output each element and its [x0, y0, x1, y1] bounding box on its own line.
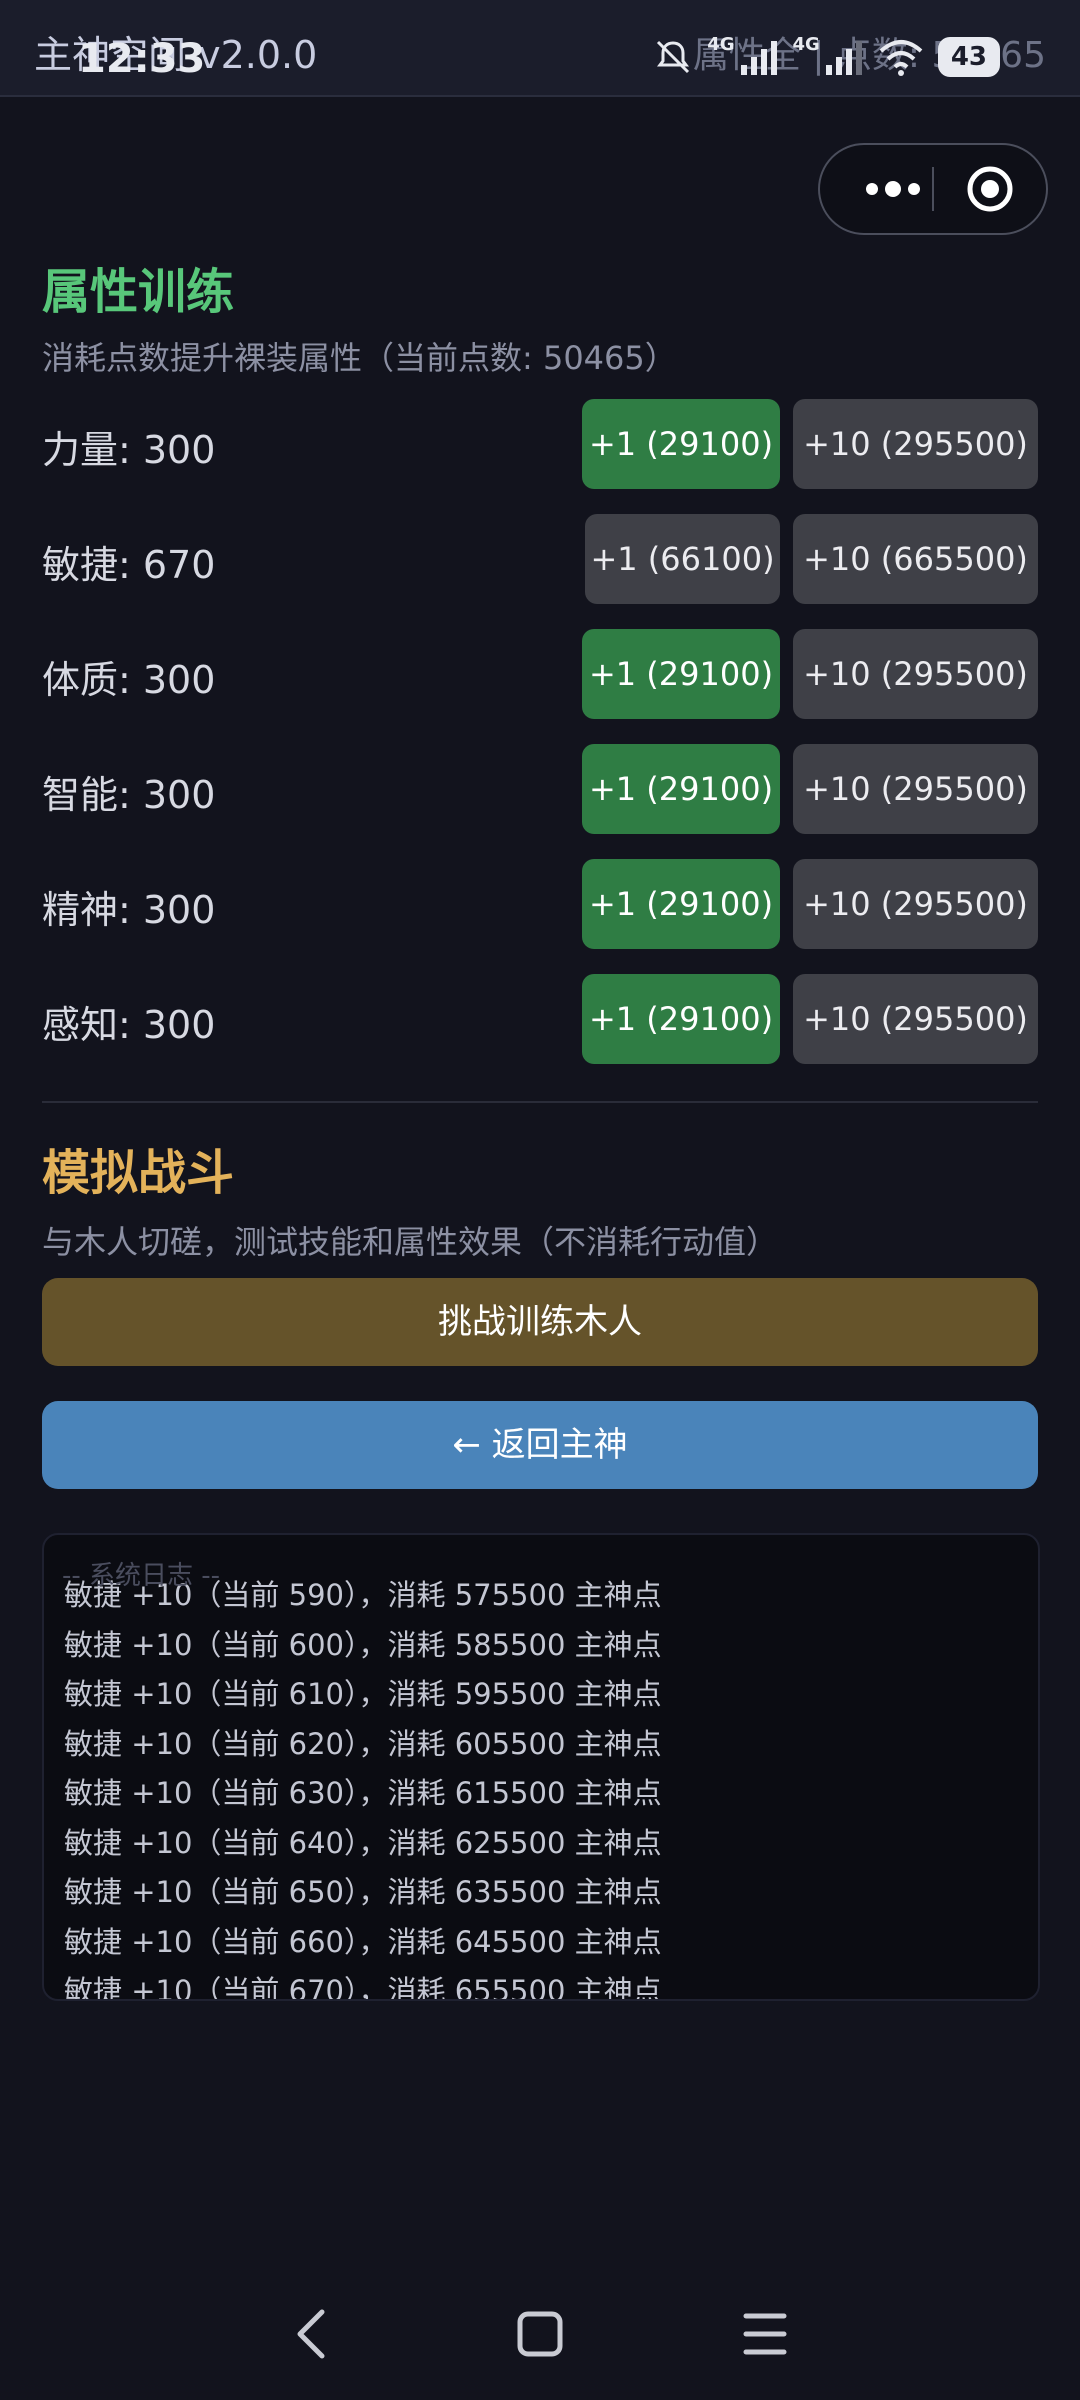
menu-capsule	[818, 143, 1048, 235]
add-1-button[interactable]: +1 (29100)	[582, 744, 780, 834]
log-line: 敏捷 +10（当前 600），消耗 585500 主神点	[64, 1627, 662, 1662]
attribute-label: 精神: 300	[42, 888, 216, 932]
attribute-label: 智能: 300	[42, 773, 216, 817]
challenge-dummy-button[interactable]: 挑战训练木人	[42, 1278, 1038, 1366]
log-title: -- 系统日志 --	[62, 1561, 221, 1591]
signal-icon	[740, 41, 777, 75]
log-line: 敏捷 +10（当前 660），消耗 645500 主神点	[64, 1924, 662, 1959]
status-icons: 4G 4G 43	[653, 32, 1000, 82]
capsule-divider	[932, 167, 934, 211]
log-line: 敏捷 +10（当前 630），消耗 615500 主神点	[64, 1776, 662, 1810]
add-10-button[interactable]: +10 (295500)	[793, 859, 1038, 949]
attribute-label: 感知: 300	[42, 1003, 216, 1047]
add-10-button[interactable]: +10 (295500)	[793, 974, 1038, 1064]
log-lines: 敏捷 +10（当前 590），消耗 575500 主神点 敏捷 +10（当前 6…	[64, 1571, 662, 2001]
add-10-button[interactable]: +10 (295500)	[793, 629, 1038, 719]
network-label-1: 4G	[707, 34, 735, 55]
signal-icon	[825, 41, 862, 75]
log-line: 敏捷 +10（当前 610），消耗 595500 主神点	[64, 1677, 662, 1711]
close-target-icon[interactable]	[966, 165, 1014, 213]
log-line: 敏捷 +10（当前 670），消耗 655500 主神点	[64, 1974, 662, 2001]
log-line: 敏捷 +10（当前 650），消耗 635500 主神点	[64, 1875, 662, 1909]
add-10-button[interactable]: +10 (295500)	[793, 744, 1038, 834]
nav-back-icon[interactable]	[290, 2306, 334, 2362]
back-to-main-button[interactable]: ← 返回主神	[42, 1401, 1038, 1489]
wifi-icon	[879, 40, 923, 76]
add-10-button[interactable]: +10 (295500)	[793, 399, 1038, 489]
attribute-label: 力量: 300	[42, 428, 216, 472]
battle-description: 与木人切磋，测试技能和属性效果（不消耗行动值）	[42, 1223, 779, 1261]
log-line: 敏捷 +10（当前 640），消耗 625500 主神点	[64, 1825, 662, 1860]
nav-menu-icon[interactable]	[740, 2306, 790, 2362]
section-divider	[42, 1101, 1038, 1103]
add-1-button[interactable]: +1 (29100)	[582, 974, 780, 1064]
attribute-label: 敏捷: 670	[42, 543, 216, 587]
nav-home-icon[interactable]	[512, 2306, 568, 2362]
bell-muted-icon	[657, 40, 690, 74]
attribute-label: 体质: 300	[42, 658, 216, 702]
training-description: 消耗点数提升裸装属性（当前点数: 50465）	[42, 339, 677, 377]
add-10-button[interactable]: +10 (665500)	[793, 514, 1038, 604]
system-log[interactable]: 敏捷 +10（当前 590），消耗 575500 主神点 敏捷 +10（当前 6…	[42, 1533, 1040, 2001]
add-1-button[interactable]: +1 (66100)	[585, 514, 780, 604]
app-header: 主神空间 v2.0.0 属性全 | 点数: 50465 12:33 4G 4G …	[0, 0, 1080, 97]
add-1-button[interactable]: +1 (29100)	[582, 859, 780, 949]
more-icon[interactable]	[858, 171, 928, 207]
battle-title: 模拟战斗	[42, 1145, 235, 1201]
add-1-button[interactable]: +1 (29100)	[582, 629, 780, 719]
battery-indicator: 43	[937, 37, 1000, 77]
status-time: 12:33	[78, 36, 206, 82]
log-line: 敏捷 +10（当前 620），消耗 605500 主神点	[64, 1726, 662, 1761]
add-1-button[interactable]: +1 (29100)	[582, 399, 780, 489]
network-label-2: 4G	[792, 34, 820, 55]
training-title: 属性训练	[42, 264, 235, 320]
